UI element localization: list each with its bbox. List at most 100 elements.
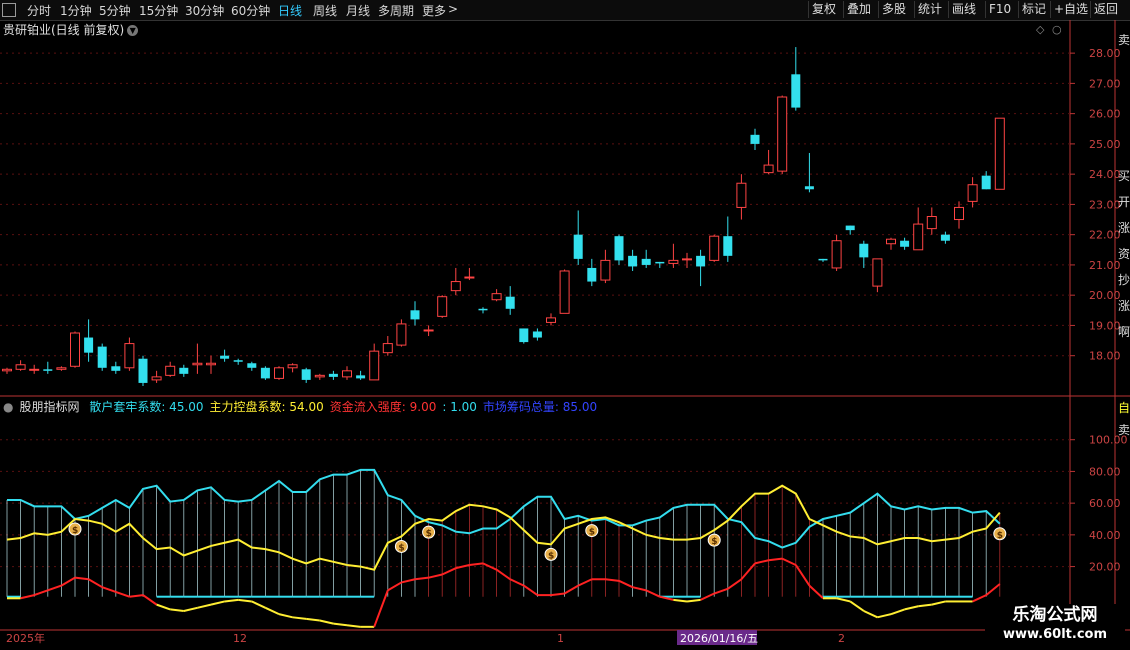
money-bag-symbol: $ [711, 537, 717, 547]
candle-body [342, 370, 352, 378]
right-strip-text: 涨 [1118, 298, 1130, 313]
flow-line-segment [129, 594, 144, 598]
candle-body [940, 234, 950, 241]
candle-body [900, 240, 910, 247]
flow-line-segment [931, 600, 946, 606]
flow-line-segment [904, 605, 919, 611]
flow-line-segment [673, 598, 688, 603]
flow-line-segment [890, 608, 905, 616]
stock-chart[interactable]: 18.00 19.00 20.00 21.00 22.00 23.00 24.00 25.00… [0, 0, 1130, 650]
flow-line-segment [972, 594, 987, 603]
flow-line-segment [577, 578, 593, 587]
candle-body [668, 259, 679, 264]
candle-body [587, 267, 597, 282]
candle-body [2, 368, 12, 372]
right-strip-text: 卖 [1118, 33, 1130, 47]
candle-body [954, 206, 964, 221]
candle-body [450, 281, 461, 292]
candle-body [464, 276, 475, 279]
candle-body [831, 240, 842, 269]
candle-body [423, 329, 434, 332]
price-tick-label: 21.00 [1089, 259, 1121, 272]
candle-body [274, 367, 284, 379]
price-tick-label: 23.00 [1089, 198, 1121, 211]
candle-body [532, 331, 542, 338]
flow-line-segment [197, 603, 212, 609]
flow-line-segment [836, 597, 851, 603]
candle-body [478, 308, 488, 311]
candle-body [165, 365, 176, 376]
candle-body [872, 258, 883, 287]
candle-body [886, 238, 896, 245]
right-strip-text: 资 [1118, 247, 1130, 261]
right-strip-text: 抄 [1118, 273, 1130, 287]
flow-line-segment [88, 578, 103, 589]
flow-line-segment [319, 619, 334, 625]
flow-line-segment [333, 622, 348, 627]
candle-body [220, 355, 230, 359]
flow-line-segment [808, 584, 824, 600]
flow-line-segment [754, 559, 769, 565]
money-bag-symbol: $ [589, 528, 595, 538]
candle-body [709, 235, 720, 261]
candle-body [926, 216, 937, 230]
price-tick-label: 20.00 [1089, 289, 1121, 302]
money-bag-symbol: $ [548, 551, 554, 561]
candle-body [410, 310, 420, 320]
flow-line-segment [700, 592, 715, 601]
candle-body [206, 362, 216, 366]
flow-line-segment [47, 584, 62, 592]
candle-body [505, 296, 515, 309]
candle-body [328, 373, 338, 377]
flow-line-segment [564, 584, 579, 595]
candle-body [396, 323, 407, 346]
flow-line-segment [428, 573, 443, 579]
flow-line-segment [794, 564, 811, 587]
flow-line-segment [387, 581, 402, 592]
flow-line-segment [60, 576, 76, 587]
price-tick-label: 19.00 [1089, 319, 1121, 332]
flow-line-segment [156, 603, 171, 611]
flow-line-segment [292, 616, 307, 620]
flow-line-segment [210, 600, 225, 606]
flow-line-segment [142, 594, 158, 606]
right-strip-text-lower: 自 [1118, 401, 1130, 415]
flow-line-segment [550, 592, 565, 597]
candle-body [138, 358, 148, 383]
candle-body [382, 343, 393, 354]
date-label: 12 [233, 632, 247, 645]
flow-line-segment [20, 594, 35, 600]
flow-line-segment [278, 613, 293, 619]
flow-line-segment [469, 562, 484, 566]
price-tick-label: 26.00 [1089, 108, 1121, 121]
price-tick-label: 28.00 [1089, 47, 1121, 60]
flow-line-segment [373, 590, 389, 628]
right-strip-text: 买 [1118, 169, 1130, 183]
candle-body [519, 328, 529, 343]
flow-line-segment [251, 600, 266, 609]
candle-body [791, 74, 801, 108]
candle-body [356, 375, 366, 379]
watermark-line1: 乐淘公式网 [1012, 605, 1098, 625]
candle-body [314, 374, 325, 378]
candle-body [70, 332, 80, 367]
candle-body [29, 368, 40, 371]
flow-line-segment [224, 598, 239, 603]
flow-line-segment [645, 589, 661, 598]
flow-line-segment [115, 590, 130, 598]
right-strip-text: 开 [1118, 195, 1130, 209]
candle-body [818, 258, 828, 261]
candle-body [777, 96, 788, 172]
candle-body [437, 296, 448, 317]
flow-line-segment [781, 557, 797, 566]
flow-line-segment [401, 578, 416, 584]
indicator-tick-label: 60.00 [1089, 497, 1121, 510]
candle-body [750, 134, 760, 144]
flow-line-segment [482, 562, 498, 571]
flow-line-segment [33, 589, 49, 597]
flow-line-segment [523, 584, 538, 596]
flow-line-segment [238, 598, 252, 603]
flow-line-segment [877, 613, 892, 619]
flow-line-segment [605, 578, 620, 582]
candle-body [287, 364, 298, 369]
